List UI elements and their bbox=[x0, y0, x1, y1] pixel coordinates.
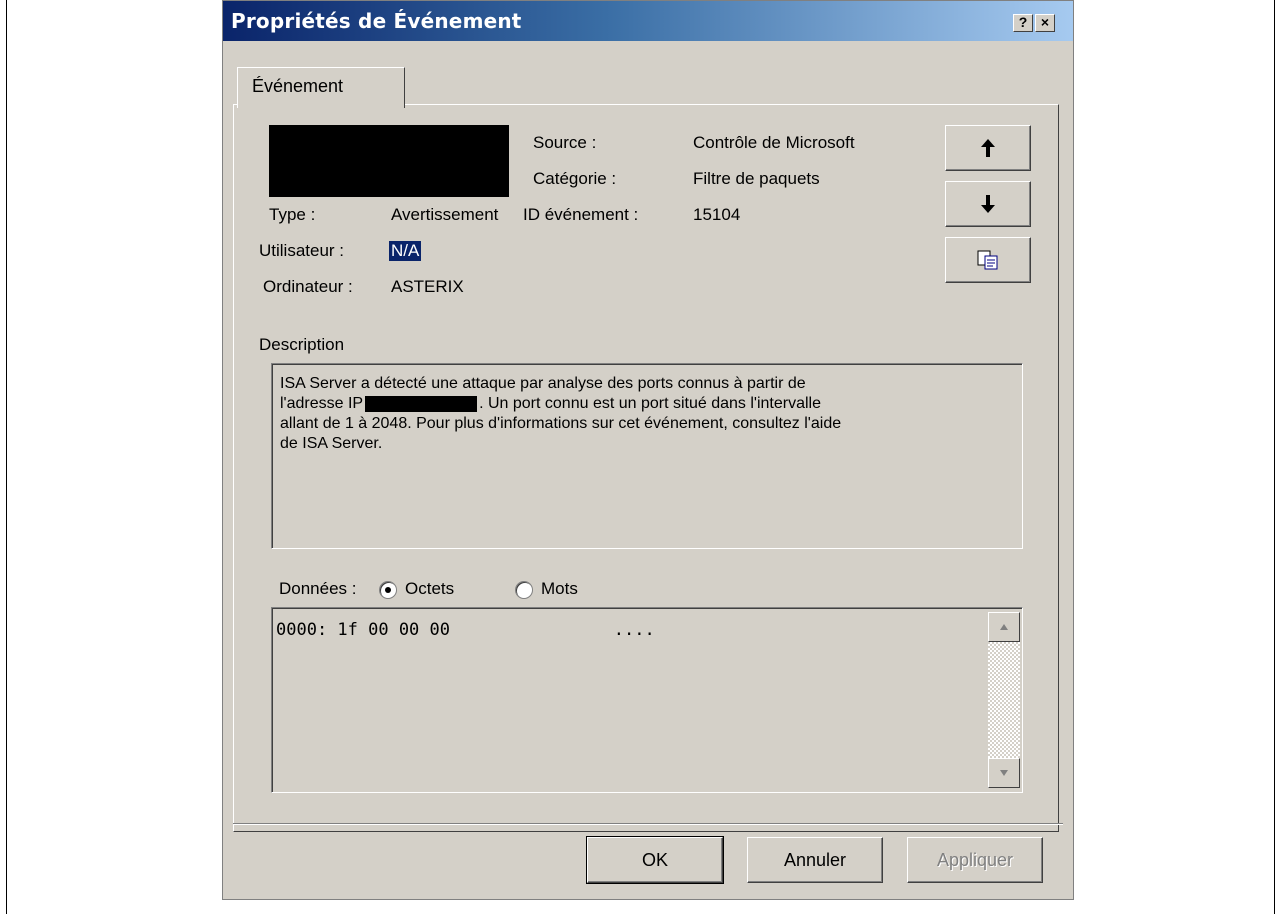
description-label: Description bbox=[259, 335, 345, 354]
words-radio-label[interactable]: Mots bbox=[541, 579, 578, 599]
event-properties-dialog: Propriétés de Événement ? × Événement So… bbox=[222, 0, 1074, 900]
type-value: Avertissement bbox=[391, 205, 499, 224]
tab-event-label: Événement bbox=[252, 76, 344, 96]
copy-event-button[interactable] bbox=[945, 237, 1031, 283]
description-line-4: de ISA Server. bbox=[280, 435, 383, 452]
cancel-button[interactable]: Annuler bbox=[747, 837, 883, 883]
bottom-separator bbox=[233, 823, 1063, 825]
dialog-title: Propriétés de Événement bbox=[231, 9, 522, 33]
copy-icon bbox=[977, 250, 998, 270]
redacted-event-icon bbox=[269, 125, 509, 197]
help-button[interactable]: ? bbox=[1013, 14, 1033, 32]
tab-event[interactable]: Événement bbox=[237, 67, 405, 108]
description-textbox[interactable]: ISA Server a détecté une attaque par ana… bbox=[271, 363, 1023, 549]
arrow-down-icon bbox=[981, 195, 995, 213]
data-textbox[interactable]: 0000: 1f 00 00 00 .... bbox=[271, 607, 1023, 793]
next-event-button[interactable] bbox=[945, 181, 1031, 227]
scroll-down-icon bbox=[1000, 770, 1008, 776]
event-id-value: 15104 bbox=[693, 205, 741, 224]
scroll-up-icon bbox=[1000, 624, 1008, 630]
description-line-1: ISA Server a détecté une attaque par ana… bbox=[280, 375, 806, 392]
event-id-label: ID événement : bbox=[523, 205, 639, 224]
computer-label: Ordinateur : bbox=[263, 277, 353, 296]
description-line-2: l'adresse IP. Un port connu est un port … bbox=[280, 395, 822, 412]
data-scrollbar[interactable] bbox=[988, 612, 1020, 788]
category-value: Filtre de paquets bbox=[693, 169, 820, 188]
source-value: Contrôle de Microsoft bbox=[693, 133, 855, 152]
computer-value: ASTERIX bbox=[391, 277, 464, 296]
type-label: Type : bbox=[269, 205, 316, 224]
words-radio[interactable] bbox=[515, 581, 533, 599]
scroll-up-button[interactable] bbox=[988, 612, 1020, 642]
source-label: Source : bbox=[533, 133, 597, 152]
data-hex-line: 0000: 1f 00 00 00 .... bbox=[276, 620, 655, 640]
data-label: Données : bbox=[279, 579, 357, 598]
previous-event-button[interactable] bbox=[945, 125, 1031, 171]
apply-button[interactable]: Appliquer bbox=[907, 837, 1043, 883]
bytes-radio[interactable] bbox=[379, 581, 397, 599]
category-label: Catégorie : bbox=[533, 169, 617, 188]
bytes-radio-label[interactable]: Octets bbox=[405, 579, 454, 599]
scroll-down-button[interactable] bbox=[988, 758, 1020, 788]
description-line-3: allant de 1 à 2048. Pour plus d'informat… bbox=[280, 415, 842, 432]
close-button[interactable]: × bbox=[1035, 14, 1055, 32]
title-bar[interactable]: Propriétés de Événement ? × bbox=[223, 1, 1073, 41]
redacted-ip-address bbox=[365, 395, 478, 412]
user-value[interactable]: N/A bbox=[389, 241, 422, 261]
ok-button[interactable]: OK bbox=[586, 836, 724, 884]
arrow-up-icon bbox=[981, 139, 995, 157]
user-label: Utilisateur : bbox=[259, 241, 345, 260]
